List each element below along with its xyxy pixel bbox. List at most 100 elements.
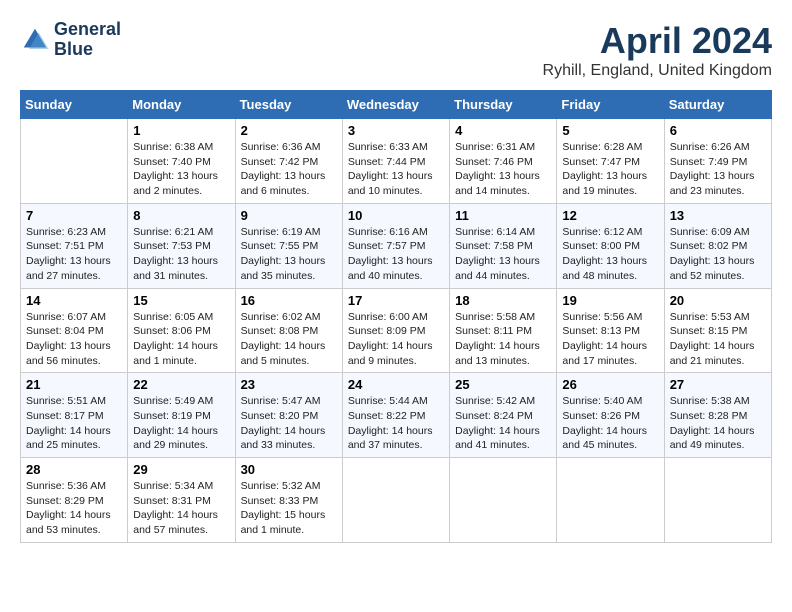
day-info: Sunrise: 6:21 AM Sunset: 7:53 PM Dayligh… bbox=[133, 225, 229, 284]
calendar-body: 1 Sunrise: 6:38 AM Sunset: 7:40 PM Daylig… bbox=[21, 119, 772, 543]
calendar-cell: 9 Sunrise: 6:19 AM Sunset: 7:55 PM Daylig… bbox=[235, 203, 342, 288]
calendar-cell: 12 Sunrise: 6:12 AM Sunset: 8:00 PM Dayli… bbox=[557, 203, 664, 288]
calendar-cell: 18 Sunrise: 5:58 AM Sunset: 8:11 PM Dayli… bbox=[450, 288, 557, 373]
weekday-header-saturday: Saturday bbox=[664, 91, 771, 119]
calendar-cell: 27 Sunrise: 5:38 AM Sunset: 8:28 PM Dayli… bbox=[664, 373, 771, 458]
calendar-week-3: 14 Sunrise: 6:07 AM Sunset: 8:04 PM Dayli… bbox=[21, 288, 772, 373]
weekday-header-thursday: Thursday bbox=[450, 91, 557, 119]
day-info: Sunrise: 6:31 AM Sunset: 7:46 PM Dayligh… bbox=[455, 140, 551, 199]
day-info: Sunrise: 6:16 AM Sunset: 7:57 PM Dayligh… bbox=[348, 225, 444, 284]
day-number: 10 bbox=[348, 208, 444, 223]
calendar-cell: 21 Sunrise: 5:51 AM Sunset: 8:17 PM Dayli… bbox=[21, 373, 128, 458]
calendar-week-4: 21 Sunrise: 5:51 AM Sunset: 8:17 PM Dayli… bbox=[21, 373, 772, 458]
day-number: 1 bbox=[133, 123, 229, 138]
day-number: 4 bbox=[455, 123, 551, 138]
day-info: Sunrise: 5:40 AM Sunset: 8:26 PM Dayligh… bbox=[562, 394, 658, 453]
day-number: 23 bbox=[241, 377, 337, 392]
calendar-cell bbox=[450, 458, 557, 543]
calendar-cell: 13Sunrise: 6:09 AM Sunset: 8:02 PM Dayli… bbox=[664, 203, 771, 288]
day-info: Sunrise: 5:38 AM Sunset: 8:28 PM Dayligh… bbox=[670, 394, 766, 453]
day-number: 22 bbox=[133, 377, 229, 392]
location: Ryhill, England, United Kingdom bbox=[543, 62, 772, 80]
calendar-cell bbox=[664, 458, 771, 543]
day-number: 16 bbox=[241, 293, 337, 308]
calendar-cell: 25Sunrise: 5:42 AM Sunset: 8:24 PM Dayli… bbox=[450, 373, 557, 458]
day-number: 25 bbox=[455, 377, 551, 392]
day-info: Sunrise: 6:38 AM Sunset: 7:40 PM Dayligh… bbox=[133, 140, 229, 199]
calendar-cell: 14 Sunrise: 6:07 AM Sunset: 8:04 PM Dayli… bbox=[21, 288, 128, 373]
calendar-cell: 4 Sunrise: 6:31 AM Sunset: 7:46 PM Daylig… bbox=[450, 119, 557, 204]
calendar-cell: 28Sunrise: 5:36 AM Sunset: 8:29 PM Dayli… bbox=[21, 458, 128, 543]
calendar-cell: 6Sunrise: 6:26 AM Sunset: 7:49 PM Daylig… bbox=[664, 119, 771, 204]
day-info: Sunrise: 5:47 AM Sunset: 8:20 PM Dayligh… bbox=[241, 394, 337, 453]
day-number: 12 bbox=[562, 208, 658, 223]
day-info: Sunrise: 6:23 AM Sunset: 7:51 PM Dayligh… bbox=[26, 225, 122, 284]
logo: General Blue bbox=[20, 20, 121, 60]
calendar-cell: 8 Sunrise: 6:21 AM Sunset: 7:53 PM Daylig… bbox=[128, 203, 235, 288]
day-number: 17 bbox=[348, 293, 444, 308]
day-number: 9 bbox=[241, 208, 337, 223]
day-info: Sunrise: 6:02 AM Sunset: 8:08 PM Dayligh… bbox=[241, 310, 337, 369]
weekday-header-tuesday: Tuesday bbox=[235, 91, 342, 119]
day-info: Sunrise: 5:53 AM Sunset: 8:15 PM Dayligh… bbox=[670, 310, 766, 369]
calendar-cell: 20 Sunrise: 5:53 AM Sunset: 8:15 PM Dayli… bbox=[664, 288, 771, 373]
day-number: 24 bbox=[348, 377, 444, 392]
day-info: Sunrise: 6:00 AM Sunset: 8:09 PM Dayligh… bbox=[348, 310, 444, 369]
calendar-cell bbox=[557, 458, 664, 543]
weekday-header-sunday: Sunday bbox=[21, 91, 128, 119]
calendar-cell: 16 Sunrise: 6:02 AM Sunset: 8:08 PM Dayli… bbox=[235, 288, 342, 373]
calendar-week-1: 1 Sunrise: 6:38 AM Sunset: 7:40 PM Daylig… bbox=[21, 119, 772, 204]
calendar-header-row: SundayMondayTuesdayWednesdayThursdayFrid… bbox=[21, 91, 772, 119]
day-number: 3 bbox=[348, 123, 444, 138]
calendar-cell: 19 Sunrise: 5:56 AM Sunset: 8:13 PM Dayli… bbox=[557, 288, 664, 373]
calendar-cell: 17 Sunrise: 6:00 AM Sunset: 8:09 PM Dayli… bbox=[342, 288, 449, 373]
day-info: Sunrise: 5:49 AM Sunset: 8:19 PM Dayligh… bbox=[133, 394, 229, 453]
calendar-table: SundayMondayTuesdayWednesdayThursdayFrid… bbox=[20, 90, 772, 543]
logo-text: General Blue bbox=[54, 20, 121, 60]
day-number: 5 bbox=[562, 123, 658, 138]
day-info: Sunrise: 6:28 AM Sunset: 7:47 PM Dayligh… bbox=[562, 140, 658, 199]
calendar-cell: 26 Sunrise: 5:40 AM Sunset: 8:26 PM Dayli… bbox=[557, 373, 664, 458]
calendar-cell: 29Sunrise: 5:34 AM Sunset: 8:31 PM Dayli… bbox=[128, 458, 235, 543]
day-info: Sunrise: 5:36 AM Sunset: 8:29 PM Dayligh… bbox=[26, 479, 122, 538]
day-number: 19 bbox=[562, 293, 658, 308]
day-number: 15 bbox=[133, 293, 229, 308]
day-info: Sunrise: 6:26 AM Sunset: 7:49 PM Dayligh… bbox=[670, 140, 766, 199]
day-number: 14 bbox=[26, 293, 122, 308]
day-info: Sunrise: 5:56 AM Sunset: 8:13 PM Dayligh… bbox=[562, 310, 658, 369]
day-info: Sunrise: 5:51 AM Sunset: 8:17 PM Dayligh… bbox=[26, 394, 122, 453]
weekday-header-wednesday: Wednesday bbox=[342, 91, 449, 119]
day-number: 20 bbox=[670, 293, 766, 308]
day-info: Sunrise: 6:36 AM Sunset: 7:42 PM Dayligh… bbox=[241, 140, 337, 199]
day-number: 8 bbox=[133, 208, 229, 223]
calendar-cell: 7Sunrise: 6:23 AM Sunset: 7:51 PM Daylig… bbox=[21, 203, 128, 288]
day-number: 2 bbox=[241, 123, 337, 138]
day-info: Sunrise: 6:14 AM Sunset: 7:58 PM Dayligh… bbox=[455, 225, 551, 284]
calendar-cell: 5 Sunrise: 6:28 AM Sunset: 7:47 PM Daylig… bbox=[557, 119, 664, 204]
calendar-week-2: 7Sunrise: 6:23 AM Sunset: 7:51 PM Daylig… bbox=[21, 203, 772, 288]
day-number: 26 bbox=[562, 377, 658, 392]
calendar-week-5: 28Sunrise: 5:36 AM Sunset: 8:29 PM Dayli… bbox=[21, 458, 772, 543]
calendar-cell: 15 Sunrise: 6:05 AM Sunset: 8:06 PM Dayli… bbox=[128, 288, 235, 373]
day-number: 11 bbox=[455, 208, 551, 223]
calendar-cell: 3 Sunrise: 6:33 AM Sunset: 7:44 PM Daylig… bbox=[342, 119, 449, 204]
day-number: 30 bbox=[241, 462, 337, 477]
day-number: 18 bbox=[455, 293, 551, 308]
calendar-cell: 10 Sunrise: 6:16 AM Sunset: 7:57 PM Dayli… bbox=[342, 203, 449, 288]
day-info: Sunrise: 6:33 AM Sunset: 7:44 PM Dayligh… bbox=[348, 140, 444, 199]
day-info: Sunrise: 6:12 AM Sunset: 8:00 PM Dayligh… bbox=[562, 225, 658, 284]
day-info: Sunrise: 5:58 AM Sunset: 8:11 PM Dayligh… bbox=[455, 310, 551, 369]
calendar-cell: 24Sunrise: 5:44 AM Sunset: 8:22 PM Dayli… bbox=[342, 373, 449, 458]
day-info: Sunrise: 5:32 AM Sunset: 8:33 PM Dayligh… bbox=[241, 479, 337, 538]
logo-icon bbox=[20, 25, 50, 55]
calendar-cell bbox=[21, 119, 128, 204]
calendar-cell bbox=[342, 458, 449, 543]
day-number: 29 bbox=[133, 462, 229, 477]
page-header: General Blue April 2024 Ryhill, England,… bbox=[20, 20, 772, 80]
day-number: 27 bbox=[670, 377, 766, 392]
day-info: Sunrise: 6:05 AM Sunset: 8:06 PM Dayligh… bbox=[133, 310, 229, 369]
day-info: Sunrise: 6:19 AM Sunset: 7:55 PM Dayligh… bbox=[241, 225, 337, 284]
day-info: Sunrise: 6:07 AM Sunset: 8:04 PM Dayligh… bbox=[26, 310, 122, 369]
day-info: Sunrise: 6:09 AM Sunset: 8:02 PM Dayligh… bbox=[670, 225, 766, 284]
day-number: 21 bbox=[26, 377, 122, 392]
